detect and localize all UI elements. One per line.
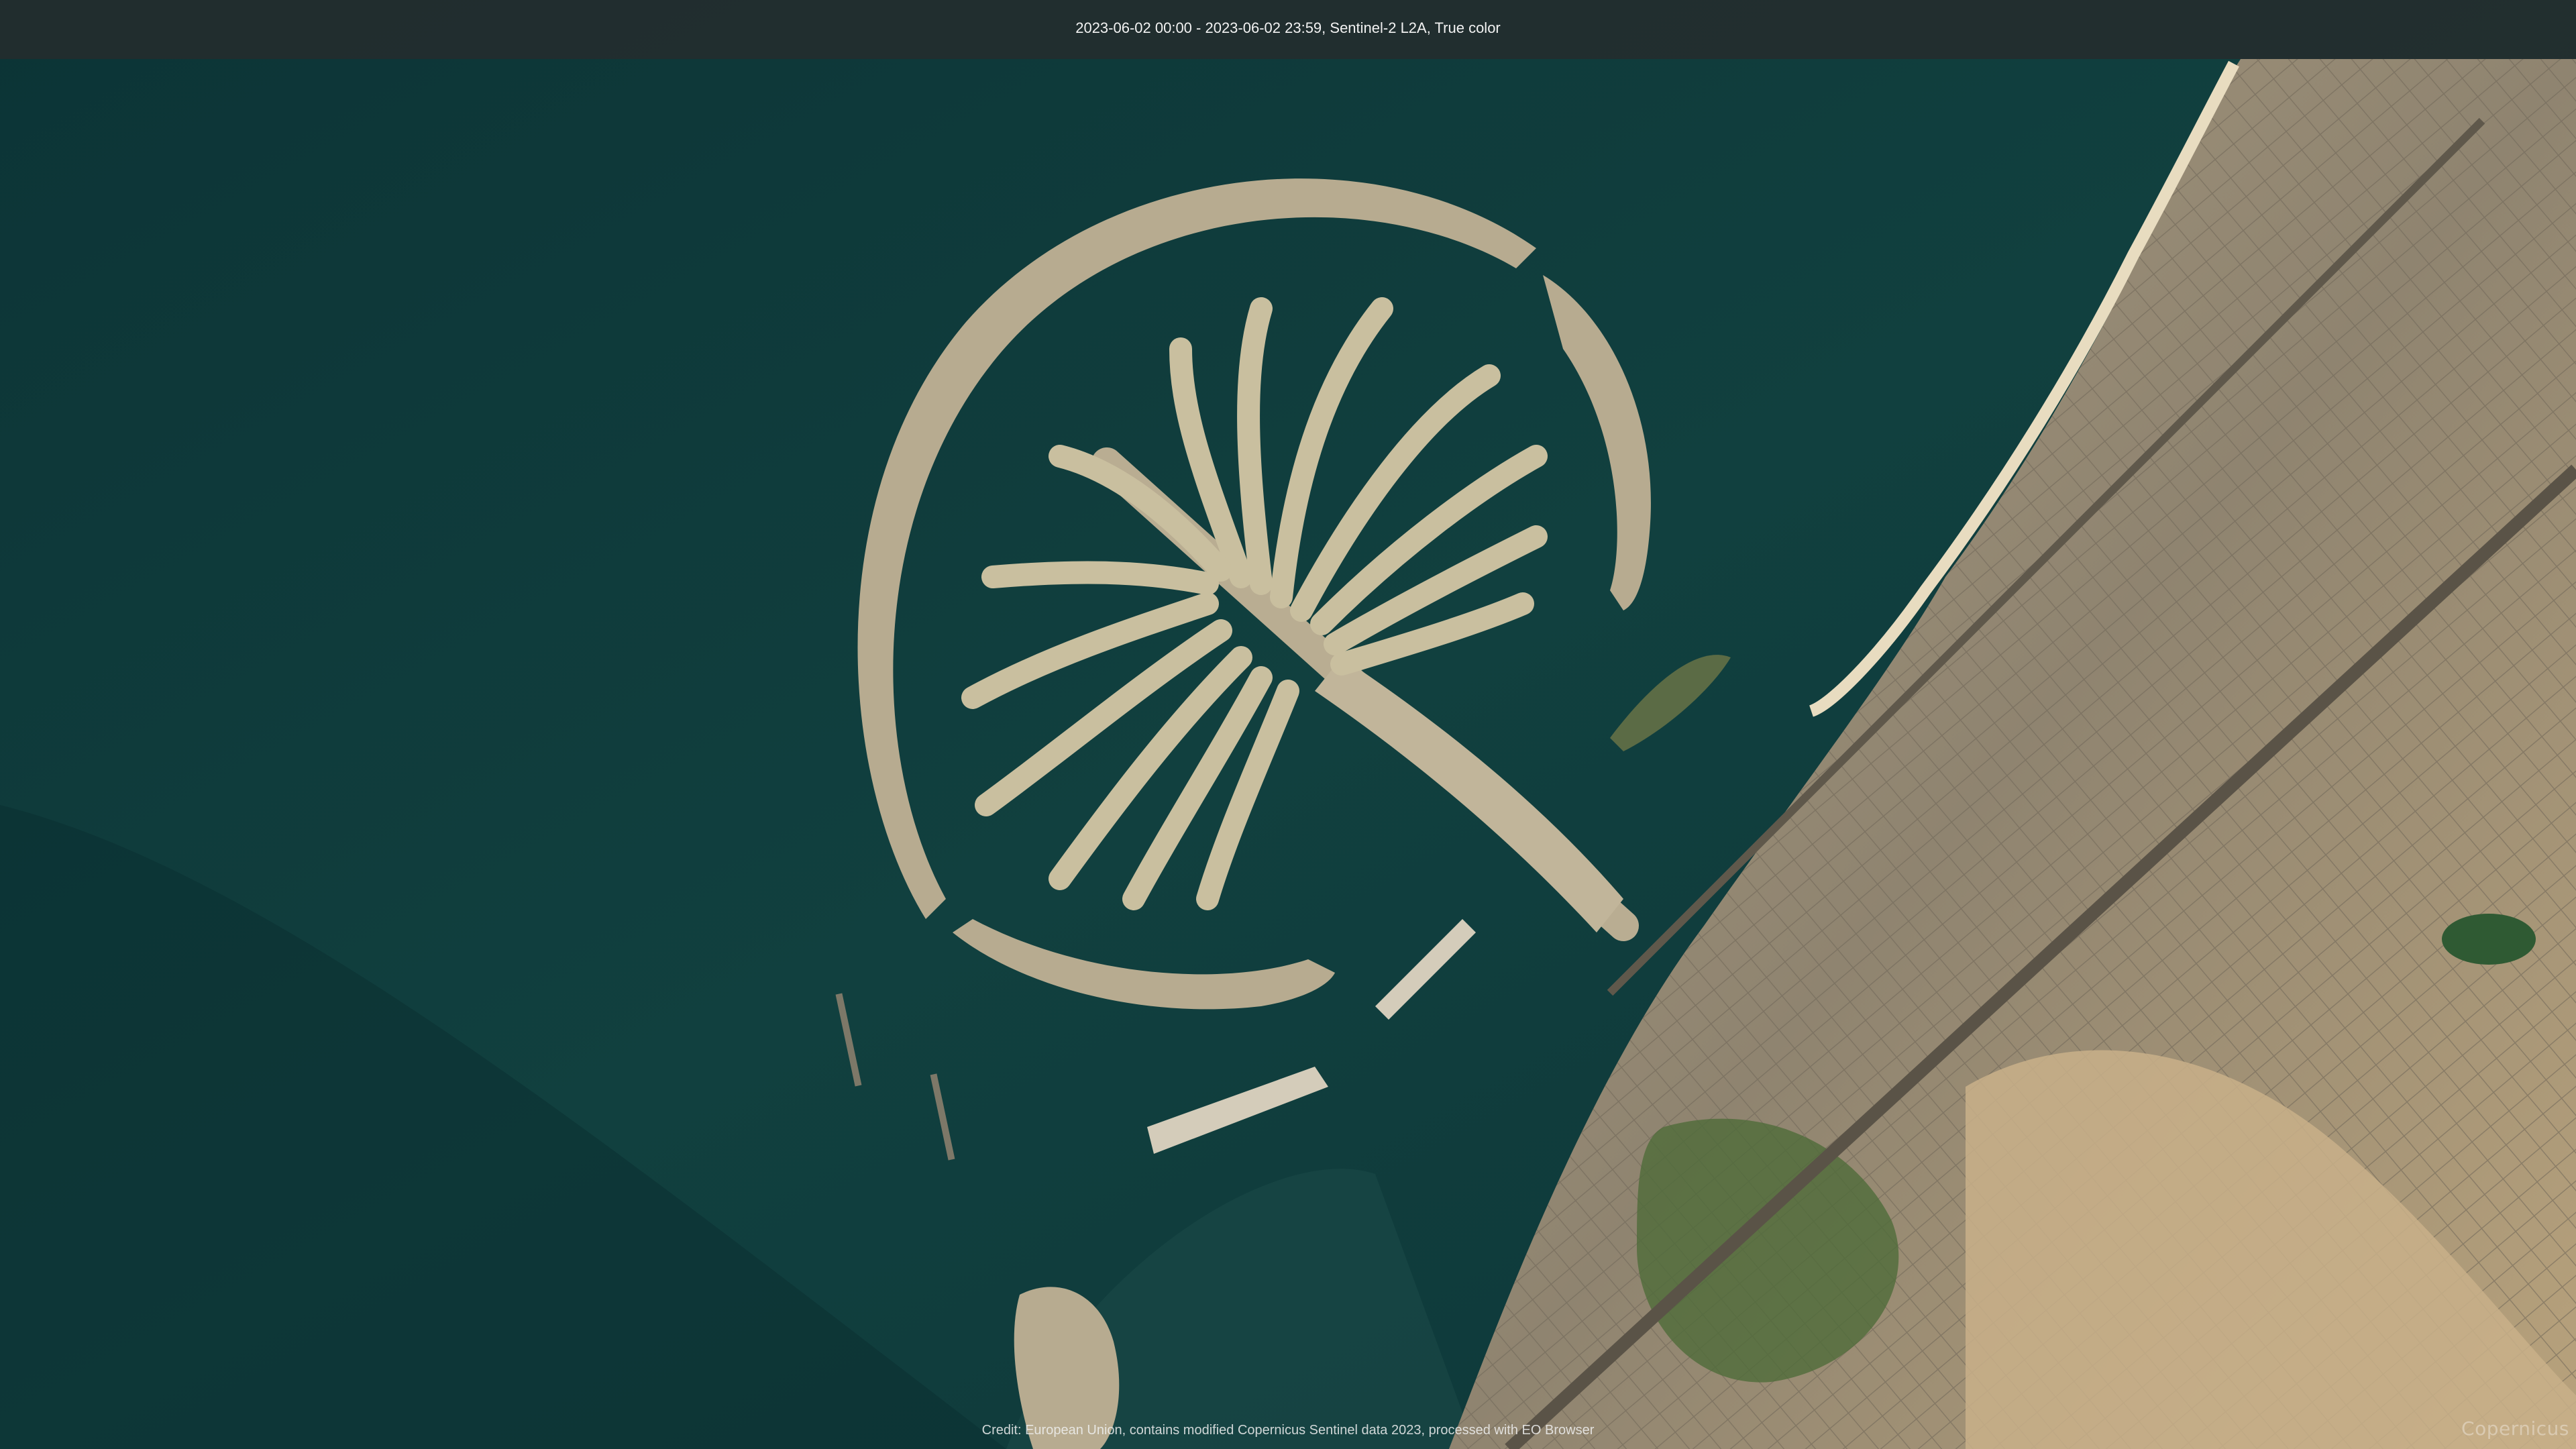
acquisition-caption: 2023-06-02 00:00 - 2023-06-02 23:59, Sen…	[1075, 19, 1501, 36]
copernicus-logo: Copernicus	[2461, 1417, 2569, 1440]
map-viewport[interactable]: 2023-06-02 00:00 - 2023-06-02 23:59, Sen…	[0, 0, 2576, 1449]
top-info-bar: 2023-06-02 00:00 - 2023-06-02 23:59, Sen…	[0, 0, 2576, 59]
park-lake	[2442, 914, 2536, 965]
satellite-image[interactable]	[0, 0, 2576, 1449]
credit-caption: Credit: European Union, contains modifie…	[981, 1423, 1595, 1438]
